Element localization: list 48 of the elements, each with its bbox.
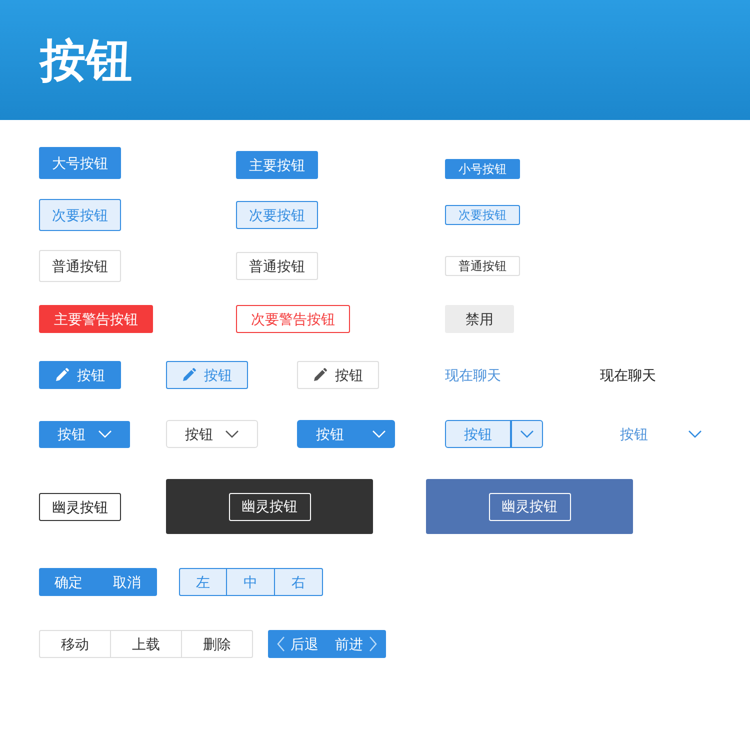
button[interactable]: 禁用 xyxy=(445,305,514,333)
dropdown-toggle[interactable] xyxy=(511,420,543,448)
button[interactable]: 移动 xyxy=(39,630,111,658)
dropdown-toggle[interactable] xyxy=(363,420,395,448)
button[interactable]: 普通按钮 xyxy=(236,252,318,280)
dropdown-button[interactable]: 按钮 xyxy=(39,420,130,448)
button[interactable]: 次要按钮 xyxy=(236,201,318,229)
chevron-down-icon xyxy=(688,429,702,439)
chevron-down-icon xyxy=(225,429,239,439)
button[interactable]: 按钮 xyxy=(39,361,121,389)
button[interactable]: 次要按钮 xyxy=(445,205,520,225)
chevron-down-icon xyxy=(520,429,534,439)
ghost-button[interactable]: 幽灵按钮 xyxy=(488,492,570,520)
button[interactable]: 取消 xyxy=(98,568,157,596)
button[interactable]: 次要按钮 xyxy=(39,199,121,231)
pencil-icon xyxy=(55,368,69,382)
button[interactable]: 按钮 xyxy=(297,420,363,448)
button[interactable]: 上载 xyxy=(111,630,182,658)
button[interactable]: 次要警告按钮 xyxy=(236,305,350,333)
chevron-down-icon xyxy=(372,429,386,439)
text-link[interactable]: 现在聊天 xyxy=(600,361,656,389)
page-title: 按钮 xyxy=(40,37,132,83)
chevron-down-icon xyxy=(98,429,112,439)
button[interactable]: 普通按钮 xyxy=(39,250,121,282)
pencil-icon xyxy=(182,368,196,382)
pencil-icon xyxy=(313,368,327,382)
chevron-right-icon xyxy=(369,636,377,652)
button[interactable]: 按钮 xyxy=(445,420,511,448)
text-link[interactable]: 现在聊天 xyxy=(445,361,501,389)
button[interactable]: 前进 xyxy=(327,630,386,658)
button[interactable]: 幽灵按钮 xyxy=(39,492,121,520)
button[interactable]: 普通按钮 xyxy=(445,256,520,276)
button[interactable]: 主要按钮 xyxy=(236,151,318,179)
button[interactable]: 按钮 xyxy=(297,361,379,389)
button[interactable]: 确定 xyxy=(39,568,98,596)
chevron-left-icon xyxy=(276,636,284,652)
button[interactable]: 主要警告按钮 xyxy=(39,305,153,333)
button[interactable]: 小号按钮 xyxy=(445,159,520,179)
button[interactable]: 后退 xyxy=(268,630,327,658)
ghost-button[interactable]: 幽灵按钮 xyxy=(228,492,310,520)
button[interactable]: 右 xyxy=(275,568,323,596)
button[interactable]: 中 xyxy=(227,568,275,596)
dropdown-button[interactable]: 按钮 xyxy=(166,420,258,448)
dropdown-button[interactable]: 按钮 xyxy=(620,420,702,448)
button[interactable]: 大号按钮 xyxy=(39,147,121,179)
button[interactable]: 按钮 xyxy=(166,361,248,389)
button[interactable]: 左 xyxy=(179,568,227,596)
button[interactable]: 删除 xyxy=(182,630,253,658)
